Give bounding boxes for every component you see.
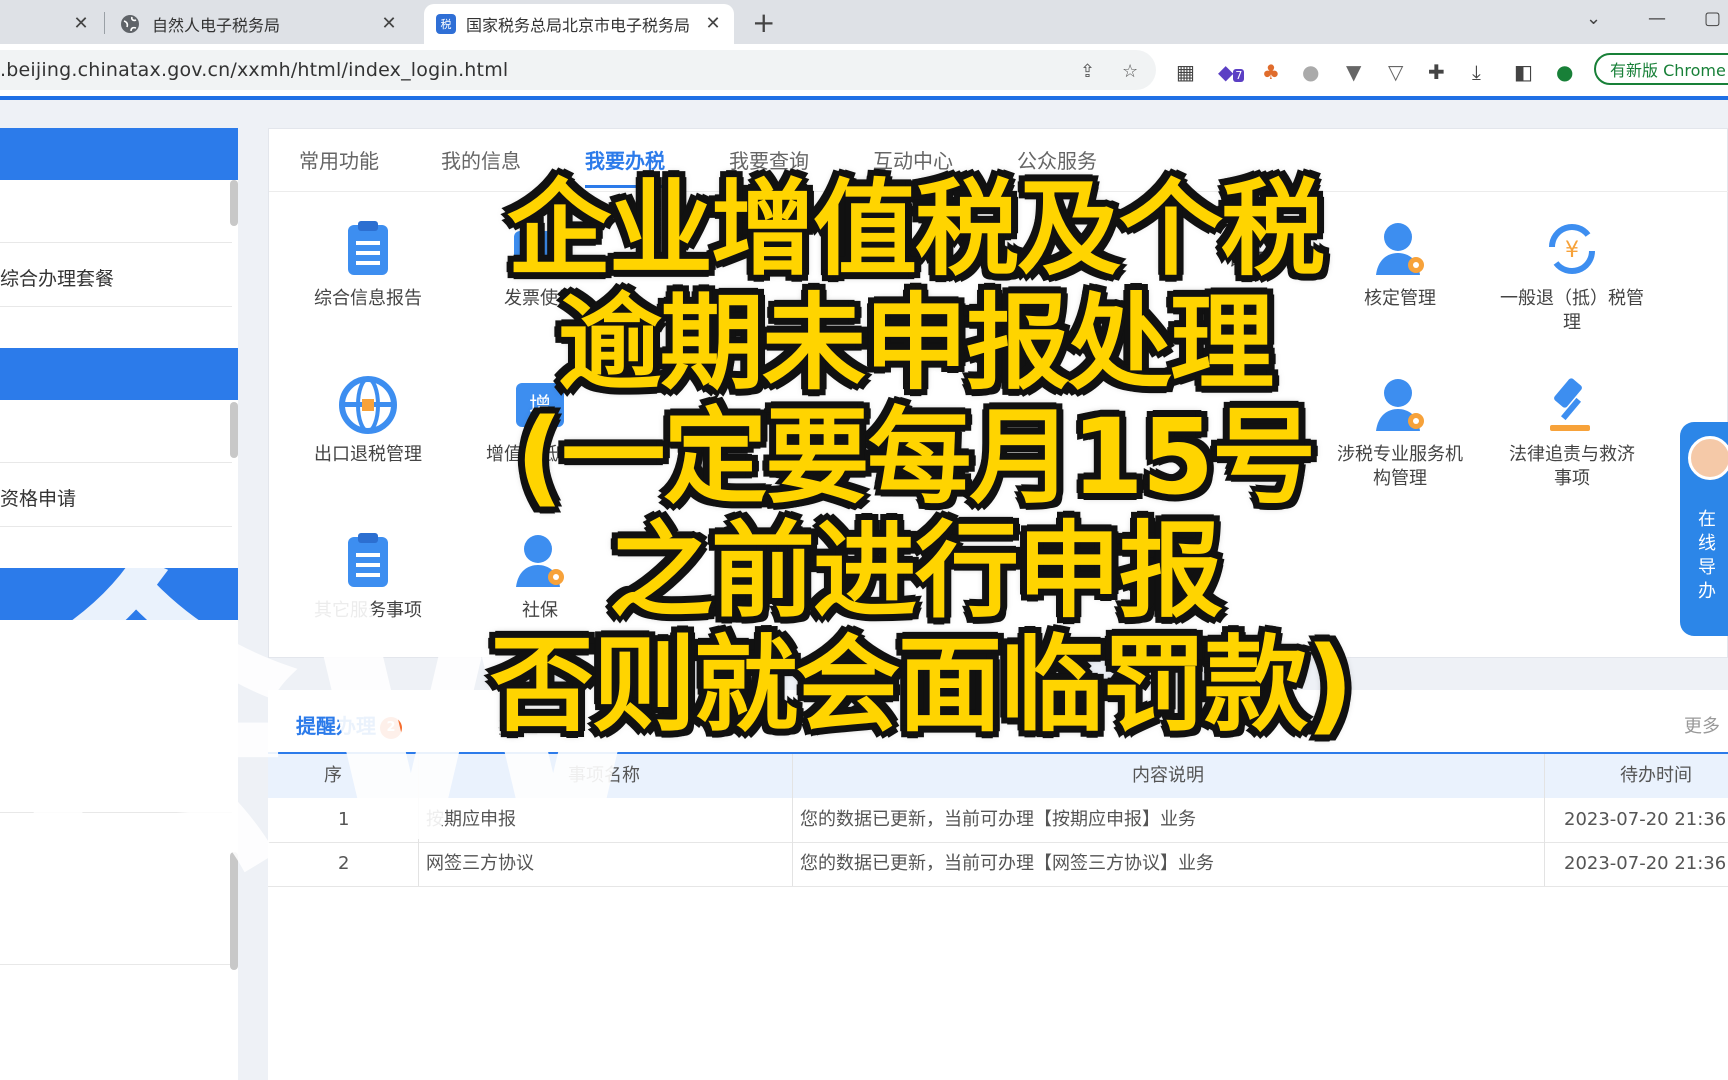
minimize-icon[interactable]: — <box>1648 8 1666 29</box>
func-label: 核定管理 <box>1364 288 1436 309</box>
sidebar-header-band <box>0 348 238 400</box>
scrollbar[interactable] <box>230 402 238 458</box>
close-icon[interactable]: ✕ <box>378 13 400 34</box>
caption-line: 企业增值税及个税 <box>506 168 1325 290</box>
tab-strip: ✕ 自然人电子税务局 ✕ 税 国家税务总局北京市电子税务局 ✕ + ⌄ — ▢ <box>0 0 1728 44</box>
sidebar-header-band <box>0 128 238 180</box>
func-comprehensive-report[interactable]: 综合信息报告 <box>293 217 443 311</box>
divider <box>0 242 232 243</box>
online-guide-button[interactable]: 在线导办 <box>1680 422 1728 636</box>
more-link[interactable]: 更多 <box>1684 712 1720 738</box>
col-desc: 内容说明 <box>1132 765 1204 786</box>
sidebar-item-package[interactable]: 综合办理套餐 <box>0 264 114 291</box>
func-label: 涉税专业服务机构管理 <box>1337 444 1463 489</box>
page-header-strip <box>0 96 1728 100</box>
download-icon[interactable]: ⤓ <box>1472 60 1481 84</box>
func-label: 一般退（抵）税管理 <box>1500 288 1644 333</box>
divider <box>0 462 232 463</box>
cell-desc: 您的数据已更新，当前可办理【网签三方协议】业务 <box>800 853 1214 874</box>
caption-line: 否则就会面临罚款) <box>490 624 1354 746</box>
person-gear-icon <box>1376 223 1424 275</box>
tax-favicon-icon: 税 <box>436 14 456 34</box>
func-label: 出口退税管理 <box>314 444 422 465</box>
caption-line: 之前进行申报 <box>608 510 1223 632</box>
svg-text:¥: ¥ <box>1565 238 1579 263</box>
browser-tab-previous[interactable]: ✕ <box>0 4 102 44</box>
guide-avatar <box>1688 436 1728 480</box>
side-panel-icon[interactable]: ◧ <box>1514 60 1533 84</box>
divider <box>0 526 232 527</box>
sidebar-item-qualification[interactable]: 资格申请 <box>0 484 76 511</box>
close-icon[interactable]: ✕ <box>70 13 92 34</box>
maximize-icon[interactable]: ▢ <box>1704 8 1721 29</box>
func-agency-management[interactable]: 涉税专业服务机构管理 <box>1325 373 1475 491</box>
gavel-icon <box>1550 378 1590 431</box>
extension-badge: 7 <box>1233 69 1245 82</box>
video-caption-overlay: 企业增值税及个税 逾期未申报处理 (一定要每月15号 之前进行申报 否则就会面临… <box>490 168 1354 746</box>
extension-puzzle-icon[interactable]: ◆ 7 <box>1218 60 1245 84</box>
func-general-refund[interactable]: ¥ 一般退（抵）税管理 <box>1497 217 1647 335</box>
globe-icon <box>339 376 397 434</box>
caption-line: (一定要每月15号 <box>515 396 1316 518</box>
profile-avatar[interactable]: ● <box>1556 60 1573 84</box>
cell-desc: 您的数据已更新，当前可办理【按期应申报】业务 <box>800 809 1196 830</box>
star-icon[interactable]: ☆ <box>1122 61 1138 82</box>
divider <box>792 754 793 886</box>
chevron-down-icon[interactable]: ⌄ <box>1586 8 1601 29</box>
scrollbar[interactable] <box>230 180 238 226</box>
globe-icon <box>121 15 139 33</box>
cell-time: 2023-07-20 21:36: <box>1564 853 1728 874</box>
browser-tab-tax-bureau[interactable]: 税 国家税务总局北京市电子税务局 ✕ <box>424 4 734 44</box>
guide-label: 在线导办 <box>1698 509 1716 602</box>
new-tab-icon[interactable]: + <box>752 6 775 39</box>
func-label: 综合信息报告 <box>314 288 422 309</box>
clipboard-icon <box>348 221 388 275</box>
caption-line: 逾期未申报处理 <box>557 282 1274 404</box>
url-text: .beijing.chinatax.gov.cn/xxmh/html/index… <box>0 59 509 81</box>
update-chrome-button[interactable]: 有新版 Chrome <box>1594 53 1728 85</box>
browser-tab-natural-person[interactable]: 自然人电子税务局 ✕ <box>108 4 410 44</box>
divider <box>0 964 232 965</box>
extension-v-icon[interactable]: ▼ <box>1346 60 1361 84</box>
func-legal-remedy[interactable]: 法律追责与救济事项 <box>1497 373 1647 491</box>
tab-title: 自然人电子税务局 <box>152 16 281 35</box>
tab-separator <box>104 12 105 34</box>
divider <box>0 306 232 307</box>
func-export-refund[interactable]: 出口退税管理 <box>293 373 443 467</box>
cell-time: 2023-07-20 21:36: <box>1564 809 1728 830</box>
col-time: 待办时间 <box>1620 765 1692 786</box>
divider <box>1544 754 1545 886</box>
extensions-puzzle-icon[interactable]: ✚ <box>1428 60 1445 84</box>
extension-tree-icon[interactable]: ♣ <box>1262 60 1280 84</box>
close-icon[interactable]: ✕ <box>702 13 724 34</box>
extension-panda-icon[interactable]: ● <box>1302 60 1319 84</box>
func-assessment[interactable]: 核定管理 <box>1325 217 1475 311</box>
address-bar[interactable]: .beijing.chinatax.gov.cn/xxmh/html/index… <box>0 50 1156 90</box>
extension-blank-icon[interactable]: ▦ <box>1176 60 1195 84</box>
extension-vue-icon[interactable]: ▽ <box>1388 60 1403 84</box>
tab-common[interactable]: 常用功能 <box>299 145 379 174</box>
share-icon[interactable]: ⇪ <box>1080 61 1095 82</box>
person-gear-icon <box>1376 379 1424 431</box>
func-label: 法律追责与救济事项 <box>1509 444 1635 489</box>
refund-icon: ¥ <box>1549 224 1595 274</box>
tab-title: 国家税务总局北京市电子税务局 <box>466 16 691 35</box>
browser-toolbar: .beijing.chinatax.gov.cn/xxmh/html/index… <box>0 44 1728 97</box>
